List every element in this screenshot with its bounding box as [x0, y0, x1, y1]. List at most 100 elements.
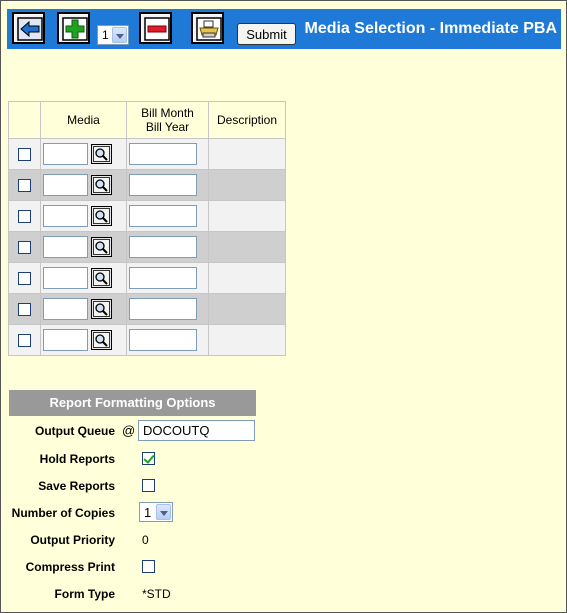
print-button[interactable] — [191, 12, 224, 44]
row-select-cell — [8, 138, 41, 170]
output-priority-label: Output Priority — [30, 533, 115, 547]
media-input[interactable] — [43, 329, 88, 351]
row-select-checkbox[interactable] — [18, 303, 31, 317]
table-header-row: Media Bill Month Bill Year Description — [8, 101, 286, 139]
table-row — [8, 231, 286, 263]
bill-period-input[interactable] — [129, 174, 197, 196]
bill-period-input[interactable] — [129, 143, 197, 165]
row-select-checkbox[interactable] — [18, 241, 31, 255]
bill-period-cell — [126, 169, 209, 201]
magnifier-icon — [93, 332, 110, 348]
number-of-copies-select[interactable]: 1 — [139, 502, 173, 522]
hold-reports-label: Hold Reports — [39, 452, 115, 466]
media-lookup-button[interactable] — [91, 237, 112, 257]
description-cell — [208, 200, 286, 232]
description-cell — [208, 262, 286, 294]
media-input[interactable] — [43, 236, 88, 258]
add-row-button[interactable] — [57, 12, 90, 44]
row-count-select[interactable]: 1 — [97, 25, 129, 45]
row-select-checkbox[interactable] — [18, 334, 31, 348]
media-cell — [40, 138, 127, 170]
row-count-value: 1 — [102, 28, 109, 42]
magnifier-icon — [93, 146, 110, 162]
toolbar: 1 Submit Media Selection - Immediate PBA — [7, 9, 561, 49]
table-row — [8, 324, 286, 356]
output-queue-label: Output Queue — [35, 424, 115, 438]
media-cell — [40, 324, 127, 356]
header-bill-month: Bill Month — [141, 106, 194, 120]
media-lookup-button[interactable] — [91, 268, 112, 288]
arrow-left-icon — [17, 17, 43, 41]
row-select-cell — [8, 200, 41, 232]
magnifier-icon — [93, 270, 110, 286]
media-lookup-button[interactable] — [91, 299, 112, 319]
form-type-value: *STD — [142, 587, 171, 601]
media-input[interactable] — [43, 267, 88, 289]
header-select — [8, 101, 41, 139]
media-lookup-button[interactable] — [91, 206, 112, 226]
minus-icon — [144, 17, 170, 41]
page-title: Media Selection - Immediate PBA — [304, 20, 557, 37]
header-description: Description — [208, 101, 286, 139]
table-row — [8, 293, 286, 325]
row-select-checkbox[interactable] — [18, 179, 31, 193]
output-queue-at: @ — [122, 423, 136, 438]
bill-period-input[interactable] — [129, 205, 197, 227]
row-select-cell — [8, 262, 41, 294]
bill-period-input[interactable] — [129, 298, 197, 320]
remove-row-button[interactable] — [139, 12, 172, 44]
media-input[interactable] — [43, 298, 88, 320]
row-select-cell — [8, 231, 41, 263]
description-cell — [208, 231, 286, 263]
table-row — [8, 262, 286, 294]
row-select-cell — [8, 324, 41, 356]
magnifier-icon — [93, 177, 110, 193]
output-priority-value: 0 — [142, 533, 149, 547]
media-input[interactable] — [43, 174, 88, 196]
save-reports-checkbox[interactable] — [142, 479, 155, 492]
table-row — [8, 138, 286, 170]
media-lookup-button[interactable] — [91, 144, 112, 164]
table-row — [8, 169, 286, 201]
row-select-checkbox[interactable] — [18, 210, 31, 224]
header-media: Media — [40, 101, 127, 139]
description-cell — [208, 169, 286, 201]
bill-period-input[interactable] — [129, 329, 197, 351]
header-bill-year: Bill Year — [145, 120, 190, 134]
hold-reports-checkbox[interactable] — [142, 452, 155, 465]
magnifier-icon — [93, 208, 110, 224]
report-options-header: Report Formatting Options — [9, 390, 256, 416]
save-reports-label: Save Reports — [38, 479, 115, 493]
media-input[interactable] — [43, 205, 88, 227]
bill-period-cell — [126, 231, 209, 263]
row-select-cell — [8, 169, 41, 201]
back-button[interactable] — [12, 12, 45, 44]
bill-period-input[interactable] — [129, 267, 197, 289]
chevron-down-icon — [156, 504, 171, 520]
submit-button[interactable]: Submit — [237, 23, 296, 45]
chevron-down-icon — [112, 27, 127, 43]
row-select-checkbox[interactable] — [18, 148, 31, 162]
magnifier-icon — [93, 301, 110, 317]
media-input[interactable] — [43, 143, 88, 165]
form-type-label: Form Type — [54, 587, 115, 601]
number-of-copies-label: Number of Copies — [11, 506, 115, 520]
row-select-cell — [8, 293, 41, 325]
bill-period-input[interactable] — [129, 236, 197, 258]
media-lookup-button[interactable] — [91, 175, 112, 195]
header-bill-period: Bill Month Bill Year — [126, 101, 209, 139]
output-queue-input[interactable]: DOCOUTQ — [138, 420, 255, 441]
number-of-copies-value: 1 — [144, 505, 152, 520]
media-cell — [40, 293, 127, 325]
media-cell — [40, 200, 127, 232]
description-cell — [208, 324, 286, 356]
bill-period-cell — [126, 138, 209, 170]
plus-icon — [62, 17, 88, 41]
media-lookup-button[interactable] — [91, 330, 112, 350]
media-cell — [40, 169, 127, 201]
table-row — [8, 200, 286, 232]
row-select-checkbox[interactable] — [18, 272, 31, 286]
media-cell — [40, 231, 127, 263]
compress-print-checkbox[interactable] — [142, 560, 155, 573]
description-cell — [208, 138, 286, 170]
